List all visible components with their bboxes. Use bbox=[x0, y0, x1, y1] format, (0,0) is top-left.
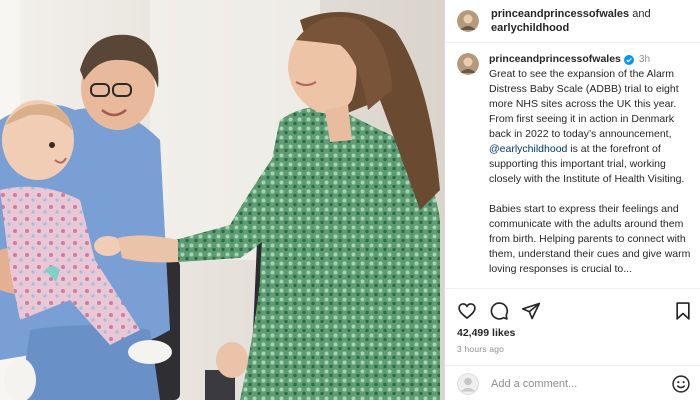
comment-icon[interactable] bbox=[489, 301, 509, 321]
caption-timestamp: 3h bbox=[638, 54, 651, 65]
caption: princeandprincessofwales 3h Great to see… bbox=[457, 52, 693, 288]
comment-input[interactable] bbox=[491, 377, 671, 390]
user-avatar-icon bbox=[457, 372, 479, 395]
post-sidebar: princeandprincessofwales and earlychildh… bbox=[444, 0, 700, 400]
bookmark-icon[interactable] bbox=[673, 301, 693, 321]
photo-illustration bbox=[0, 0, 444, 400]
mention-link[interactable]: @earlychildhood bbox=[489, 143, 567, 155]
action-icons bbox=[457, 301, 693, 323]
post-age: 3 hours ago bbox=[457, 344, 505, 354]
verified-badge-icon bbox=[623, 54, 634, 65]
caption-paragraph-2: Babies start to express their feelings a… bbox=[489, 203, 691, 275]
caption-body: princeandprincessofwales 3h Great to see… bbox=[489, 52, 693, 288]
author-username[interactable]: princeandprincessofwales bbox=[491, 8, 629, 20]
share-icon[interactable] bbox=[521, 301, 541, 321]
header-conjunction: and bbox=[632, 8, 651, 20]
caption-text-1a: Great to see the expansion of the Alarm … bbox=[489, 68, 679, 140]
caption-avatar[interactable] bbox=[457, 53, 479, 75]
likes-count[interactable]: 42,499 likes bbox=[457, 327, 515, 339]
comment-bar bbox=[445, 365, 700, 400]
caption-meta: princeandprincessofwales 3h bbox=[489, 52, 693, 67]
post-photo[interactable] bbox=[0, 0, 444, 400]
action-bar: 42,499 likes 3 hours ago bbox=[445, 288, 700, 400]
heart-icon[interactable] bbox=[457, 301, 477, 321]
emoji-icon[interactable] bbox=[671, 374, 691, 394]
profile-avatar[interactable] bbox=[457, 10, 479, 32]
post-header: princeandprincessofwales and earlychildh… bbox=[445, 0, 700, 43]
collaborator-username[interactable]: earlychildhood bbox=[491, 22, 569, 34]
instagram-post: princeandprincessofwales and earlychildh… bbox=[0, 0, 700, 400]
post-header-text: princeandprincessofwales and earlychildh… bbox=[491, 7, 651, 35]
caption-paragraph-1: Great to see the expansion of the Alarm … bbox=[489, 67, 693, 187]
caption-username[interactable]: princeandprincessofwales bbox=[489, 52, 621, 67]
